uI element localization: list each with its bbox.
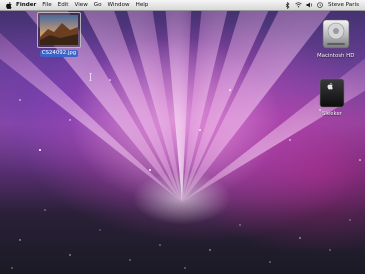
menu-view[interactable]: View <box>75 0 88 10</box>
drive-sleeker[interactable]: Sleeker <box>318 77 346 118</box>
user-name[interactable]: Steve Paris <box>328 2 359 8</box>
file-name-label[interactable]: CS24092.jpg <box>39 50 79 57</box>
file-thumbnail-frame[interactable] <box>37 12 81 48</box>
menu-finder[interactable]: Finder <box>16 0 36 10</box>
wifi-icon[interactable] <box>295 2 302 9</box>
volume-icon[interactable] <box>306 2 313 9</box>
menu-go[interactable]: Go <box>94 0 102 10</box>
menu-window[interactable]: Window <box>108 0 130 10</box>
starfield <box>11 209 351 269</box>
menu-bar: Finder File Edit View Go Window Help Ste… <box>0 0 365 11</box>
photo-thumbnail-icon <box>40 15 78 45</box>
mouse-cursor-icon <box>89 73 92 81</box>
drive-label[interactable]: Macintosh HD <box>317 53 354 60</box>
desktop-file-item[interactable]: CS24092.jpg <box>37 12 81 57</box>
apple-menu-icon[interactable] <box>6 1 12 9</box>
menu-file[interactable]: File <box>42 0 51 10</box>
drive-label[interactable]: Sleeker <box>322 111 342 118</box>
external-drive-icon <box>319 78 345 108</box>
menu-edit[interactable]: Edit <box>58 0 69 10</box>
drive-macintosh-hd[interactable]: Macintosh HD <box>317 17 354 60</box>
menu-help[interactable]: Help <box>136 0 149 10</box>
bluetooth-icon[interactable] <box>284 1 291 9</box>
hard-drive-icon <box>322 19 349 49</box>
clock-icon[interactable] <box>317 2 324 9</box>
menu-extras: Steve Paris <box>280 1 365 9</box>
